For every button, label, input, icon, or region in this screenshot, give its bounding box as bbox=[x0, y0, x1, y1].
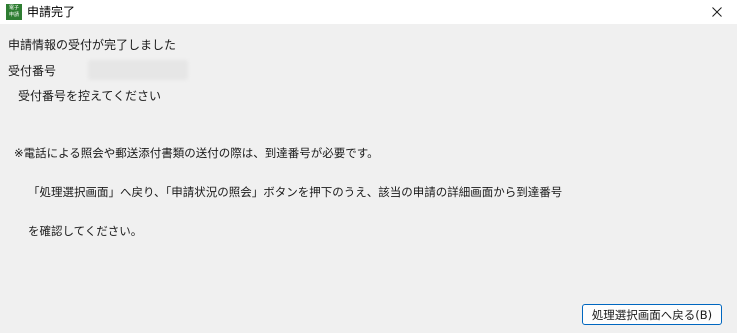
instruction-text: 受付番号を控えてください bbox=[18, 89, 162, 103]
window-title: 申請完了 bbox=[27, 5, 76, 19]
note-line-1: ※電話による照会や郵送添付書類の送付の際は、到達番号が必要です。 bbox=[14, 146, 379, 160]
note-line-2: 「処理選択画面」へ戻り、「申請状況の照会」ボタンを押下のうえ、該当の申請の詳細画… bbox=[28, 185, 563, 199]
app-logo-icon-text-bottom: 申請 bbox=[8, 12, 19, 18]
receipt-number-label: 受付番号 bbox=[8, 64, 57, 78]
note-line-3: を確認してください。 bbox=[28, 224, 143, 238]
back-to-menu-button[interactable]: 処理選択画面へ戻る(B) bbox=[582, 304, 722, 325]
dialog-window: 電子 申請 申請完了 申請情報の受付が完了しました 受付番号 受付番号を控えてく… bbox=[0, 0, 737, 333]
app-logo-icon: 電子 申請 bbox=[6, 4, 22, 20]
close-button[interactable] bbox=[697, 0, 737, 24]
close-icon bbox=[712, 7, 722, 17]
title-bar[interactable]: 電子 申請 申請完了 bbox=[0, 0, 737, 24]
app-logo-icon-text-top: 電子 bbox=[8, 5, 19, 11]
receipt-number-value bbox=[88, 60, 188, 80]
completion-message: 申請情報の受付が完了しました bbox=[8, 38, 177, 52]
note-block: ※電話による照会や郵送添付書類の送付の際は、到達番号が必要です。 「処理選択画面… bbox=[14, 121, 562, 264]
